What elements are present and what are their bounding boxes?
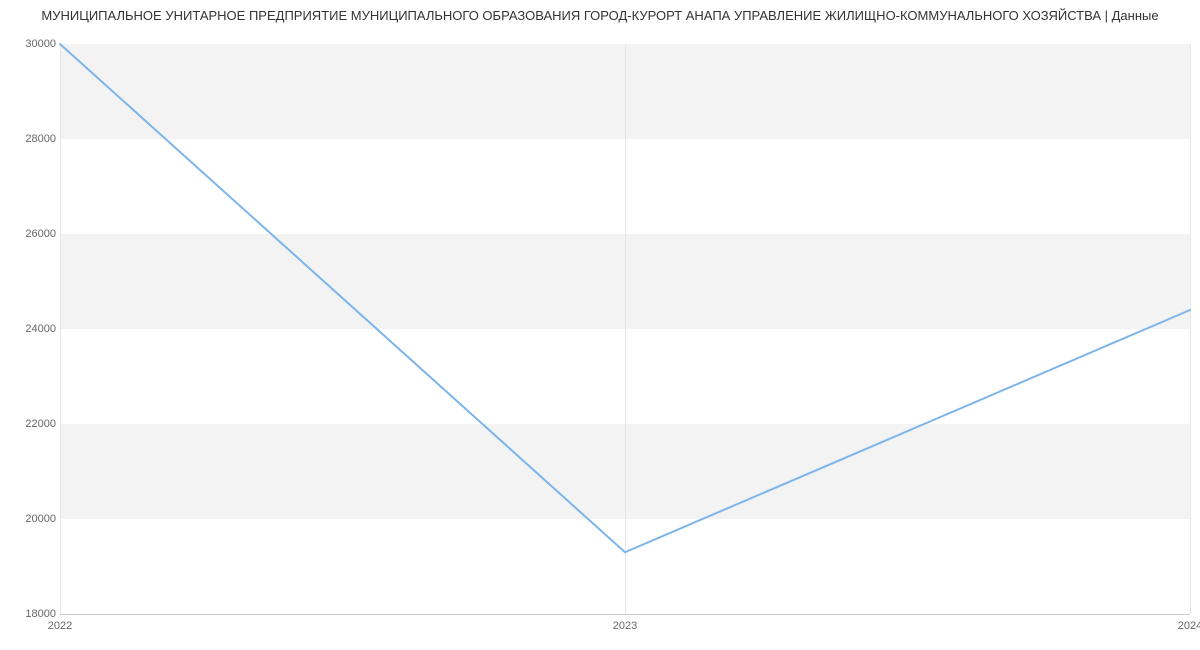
chart-title: МУНИЦИПАЛЬНОЕ УНИТАРНОЕ ПРЕДПРИЯТИЕ МУНИ… <box>0 8 1200 23</box>
x-axis-line <box>60 614 1190 615</box>
y-tick-label: 18000 <box>6 608 56 620</box>
plot-area <box>60 44 1190 614</box>
y-tick-label: 30000 <box>6 38 56 50</box>
line-series <box>60 44 1190 614</box>
y-tick-label: 20000 <box>6 513 56 525</box>
x-tick-label: 2023 <box>613 620 637 632</box>
x-tick-label: 2022 <box>48 620 72 632</box>
y-tick-label: 26000 <box>6 228 56 240</box>
x-tick-label: 2024 <box>1178 620 1200 632</box>
y-tick-label: 22000 <box>6 418 56 430</box>
grid-line-v <box>1190 44 1191 614</box>
chart-container: МУНИЦИПАЛЬНОЕ УНИТАРНОЕ ПРЕДПРИЯТИЕ МУНИ… <box>0 0 1200 650</box>
y-tick-label: 28000 <box>6 133 56 145</box>
y-tick-label: 24000 <box>6 323 56 335</box>
